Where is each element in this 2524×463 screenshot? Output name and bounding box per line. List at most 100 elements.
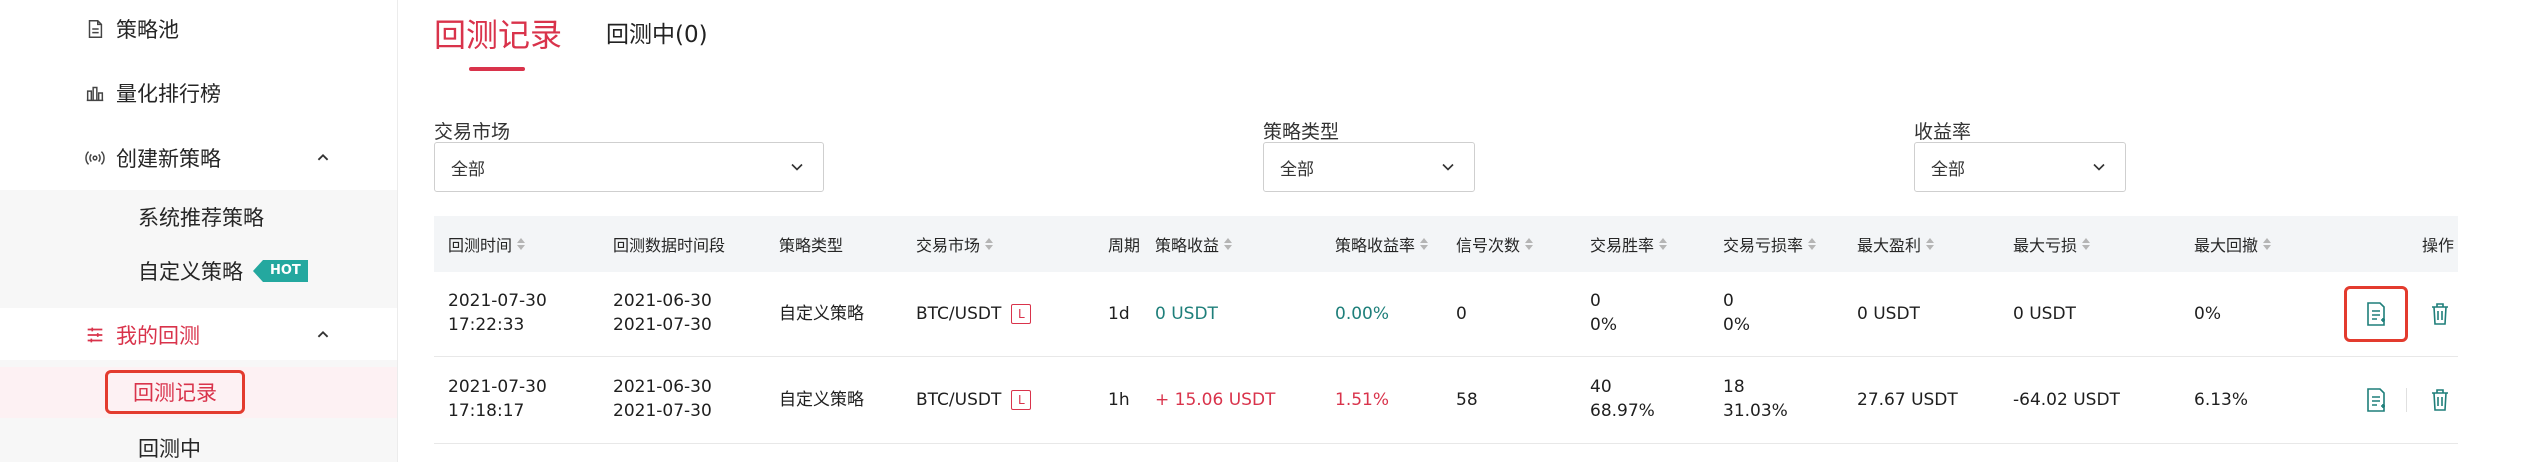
cell-loss-rate: 0 0%: [1723, 289, 1750, 337]
column-header-time[interactable]: 回测时间: [448, 216, 526, 272]
type-filter-label: 策略类型: [1263, 121, 1340, 143]
sort-icon[interactable]: [1926, 238, 1935, 250]
cell-time: 2021-07-30 17:22:33: [448, 289, 547, 337]
sidebar-item-label: 系统推荐策略: [138, 206, 264, 230]
column-header-label: 操作: [2422, 236, 2455, 255]
cell-max-profit: 27.67 USDT: [1857, 390, 1958, 410]
trash-icon[interactable]: [2428, 301, 2452, 327]
win-rate: 0%: [1590, 315, 1617, 335]
sort-icon[interactable]: [1808, 238, 1817, 250]
cell-win-rate: 40 68.97%: [1590, 375, 1655, 423]
trash-icon[interactable]: [2428, 387, 2452, 413]
sidebar-item-my-backtest[interactable]: 我的回测: [82, 320, 200, 350]
sidebar-item-label: 回测中: [138, 437, 201, 461]
long-badge: L: [1011, 304, 1032, 324]
table-header: 回测时间 回测数据时间段 策略类型 交易市场 周期 策略收益 策略收益率 信号次…: [434, 216, 2458, 272]
range-start: 2021-06-30: [613, 291, 712, 311]
sidebar-item-label: 创建新策略: [116, 147, 221, 171]
time-clock: 17:22:33: [448, 315, 525, 335]
hot-badge: HOT: [253, 260, 308, 282]
sidebar-item-custom-strategy[interactable]: 自定义策略 HOT: [138, 256, 308, 286]
report-icon[interactable]: [2364, 301, 2388, 327]
column-header-profit[interactable]: 策略收益: [1155, 216, 1233, 272]
sort-icon[interactable]: [1659, 238, 1668, 250]
column-header-cycle: 周期: [1108, 216, 1140, 272]
column-header-max-drawdown[interactable]: 最大回撤: [2194, 216, 2272, 272]
cell-type: 自定义策略: [779, 304, 864, 324]
loss-rate: 31.03%: [1723, 401, 1788, 421]
column-header-max-loss[interactable]: 最大亏损: [2013, 216, 2091, 272]
column-header-label: 策略收益: [1155, 236, 1220, 255]
table-row: 2021-07-30 17:22:33 2021-06-30 2021-07-30 …: [434, 272, 2458, 357]
time-clock: 17:18:17: [448, 401, 525, 421]
column-header-label: 最大亏损: [2013, 236, 2078, 255]
cell-win-rate: 0 0%: [1590, 289, 1617, 337]
cell-profit-rate: 1.51%: [1335, 390, 1390, 410]
column-header-label: 策略收益率: [1335, 236, 1416, 255]
cell-profit-rate: 0.00%: [1335, 304, 1390, 324]
cell-cycle: 1h: [1108, 390, 1130, 410]
column-header-label: 最大盈利: [1857, 236, 1922, 255]
sort-icon[interactable]: [1525, 238, 1534, 250]
chevron-up-icon[interactable]: [312, 147, 334, 169]
cell-period-range: 2021-06-30 2021-07-30: [613, 289, 712, 337]
sidebar-item-backtest-records[interactable]: 回测记录: [105, 370, 245, 414]
column-header-loss-rate[interactable]: 交易亏损率: [1723, 216, 1817, 272]
chevron-up-icon[interactable]: [312, 324, 334, 346]
sort-icon[interactable]: [2082, 238, 2091, 250]
sidebar: 策略池 量化排行榜 创建新策略 系统推荐策略 自定义策略 HOT 我的回测 回测…: [0, 0, 398, 462]
sidebar-item-ranking[interactable]: 量化排行榜: [82, 78, 221, 108]
column-header-label: 周期: [1108, 236, 1141, 255]
cell-period-range: 2021-06-30 2021-07-30: [613, 375, 712, 423]
hot-badge-text: HOT: [263, 260, 308, 282]
chevron-down-icon: [1442, 163, 1454, 171]
tab-backtest-records[interactable]: 回测记录: [434, 10, 562, 56]
cell-loss-rate: 18 31.03%: [1723, 375, 1788, 423]
sidebar-item-label: 回测记录: [133, 381, 217, 405]
column-header-signals[interactable]: 信号次数: [1456, 216, 1534, 272]
sort-icon[interactable]: [2263, 238, 2272, 250]
time-date: 2021-07-30: [448, 377, 547, 397]
cell-signals: 0: [1456, 304, 1467, 324]
sidebar-item-backtesting[interactable]: 回测中: [138, 433, 201, 463]
cell-signals: 58: [1456, 390, 1478, 410]
document-icon: [82, 16, 108, 42]
range-end: 2021-07-30: [613, 315, 712, 335]
column-header-market[interactable]: 交易市场: [916, 216, 994, 272]
loss-rate: 0%: [1723, 315, 1750, 335]
type-select-value: 全部: [1280, 159, 1314, 180]
market-select-value: 全部: [451, 159, 485, 180]
cell-max-loss: -64.02 USDT: [2013, 390, 2120, 410]
sidebar-item-label: 自定义策略: [138, 260, 243, 284]
column-header-max-profit[interactable]: 最大盈利: [1857, 216, 1935, 272]
sort-icon[interactable]: [517, 238, 526, 250]
column-header-label: 交易市场: [916, 236, 981, 255]
column-header-profit-rate[interactable]: 策略收益率: [1335, 216, 1429, 272]
yield-select[interactable]: 全部: [1914, 142, 2126, 192]
type-select[interactable]: 全部: [1263, 142, 1475, 192]
column-header-win-rate[interactable]: 交易胜率: [1590, 216, 1668, 272]
sort-icon[interactable]: [985, 238, 994, 250]
tab-in-progress[interactable]: 回测中(0): [606, 15, 708, 49]
cell-cycle: 1d: [1108, 304, 1130, 324]
cell-max-drawdown: 6.13%: [2194, 390, 2249, 410]
report-icon[interactable]: [2364, 387, 2388, 413]
column-header-label: 交易胜率: [1590, 236, 1655, 255]
column-header-label: 策略类型: [779, 236, 844, 255]
chevron-down-icon: [2093, 163, 2105, 171]
cell-type: 自定义策略: [779, 390, 864, 410]
market-select[interactable]: 全部: [434, 142, 824, 192]
sidebar-item-system-recommend[interactable]: 系统推荐策略: [138, 202, 264, 232]
column-header-type: 策略类型: [779, 216, 843, 272]
loss-count: 0: [1723, 291, 1734, 311]
range-end: 2021-07-30: [613, 401, 712, 421]
table-row: 2021-07-30 17:18:17 2021-06-30 2021-07-30 …: [434, 357, 2458, 444]
column-header-label: 信号次数: [1456, 236, 1521, 255]
win-count: 40: [1590, 377, 1612, 397]
sidebar-item-create-strategy[interactable]: 创建新策略: [82, 143, 221, 173]
sort-icon[interactable]: [1224, 238, 1233, 250]
sidebar-item-label: 策略池: [116, 18, 179, 42]
sidebar-item-strategy-pool[interactable]: 策略池: [82, 14, 179, 44]
loss-count: 18: [1723, 377, 1745, 397]
sort-icon[interactable]: [1420, 238, 1429, 250]
